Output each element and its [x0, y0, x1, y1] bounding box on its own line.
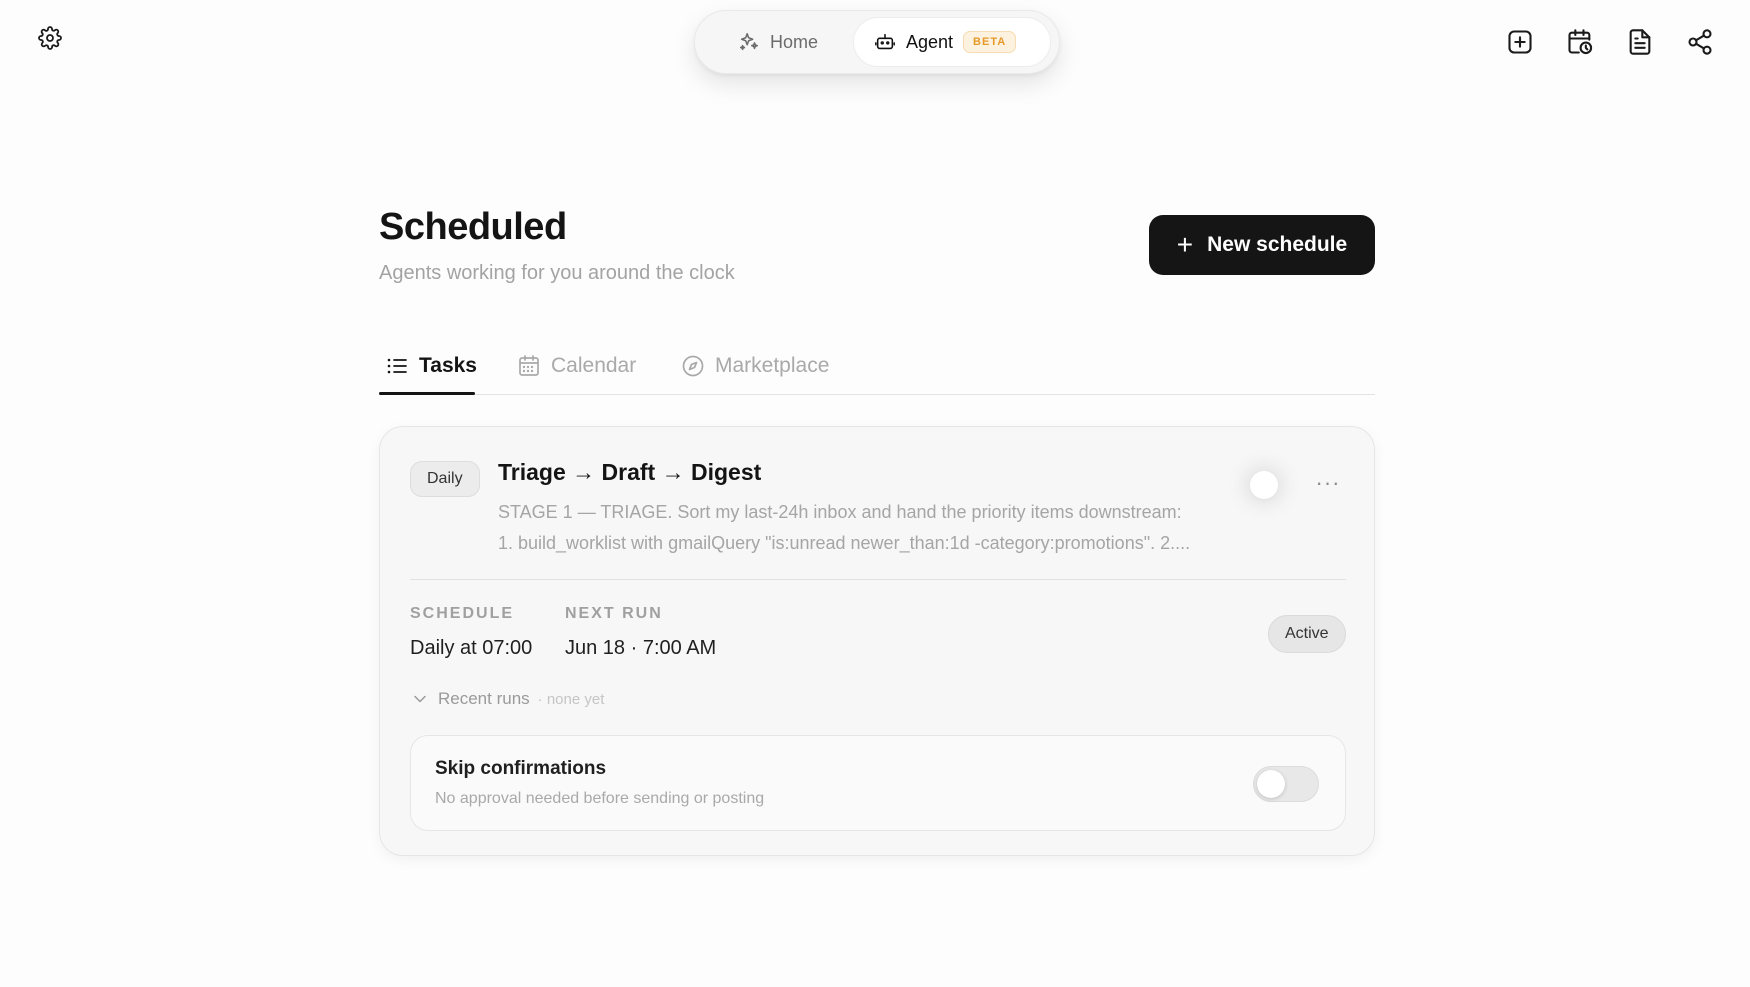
- document-button[interactable]: [1622, 24, 1658, 60]
- card-divider: [410, 579, 1346, 580]
- tab-bar: Tasks Calendar Marketplace: [379, 336, 1375, 395]
- task-enable-toggle[interactable]: [1250, 471, 1278, 499]
- chevron-down-icon: [414, 695, 426, 703]
- page-subtitle: Agents working for you around the clock: [379, 262, 735, 284]
- schedule-value: Daily at 07:00: [410, 637, 533, 659]
- beta-badge: BETA: [963, 31, 1017, 53]
- tab-marketplace-label: Marketplace: [715, 353, 830, 377]
- sparkles-icon: [739, 32, 759, 51]
- switch-knob: [1257, 770, 1285, 798]
- list-icon: [387, 358, 407, 373]
- next-run-value: Jun 18 · 7:00 AM: [565, 637, 717, 659]
- tab-tasks-label: Tasks: [419, 353, 477, 377]
- skip-confirmations-title: Skip confirmations: [435, 758, 607, 779]
- new-chat-button[interactable]: [1502, 24, 1538, 60]
- more-options-button[interactable]: ···: [1310, 467, 1346, 499]
- plus-icon: +: [1176, 229, 1194, 260]
- plus-square-icon: [1508, 30, 1532, 54]
- active-tab-indicator: [379, 392, 475, 395]
- new-schedule-button[interactable]: + New schedule: [1149, 215, 1375, 275]
- new-schedule-label: New schedule: [1207, 233, 1348, 256]
- skip-confirmations-switch[interactable]: [1253, 766, 1319, 802]
- file-text-icon: [1629, 29, 1651, 55]
- calendar-clock-icon: [1568, 29, 1593, 55]
- nav-home-label: Home: [769, 31, 818, 52]
- share-icon: [1688, 29, 1712, 55]
- skip-confirmations-subtitle: No approval needed before sending or pos…: [435, 790, 765, 807]
- settings-button[interactable]: [32, 20, 68, 56]
- frequency-chip: Daily: [410, 461, 480, 497]
- calendar-icon: [519, 354, 539, 376]
- next-run-label: NEXT RUN: [565, 605, 663, 622]
- tab-calendar-label: Calendar: [551, 353, 637, 377]
- tab-marketplace[interactable]: Marketplace: [681, 336, 829, 395]
- task-description: STAGE 1 — TRIAGE. Sort my last-24h inbox…: [498, 502, 1191, 553]
- nav-agent-label: Agent: [906, 31, 954, 52]
- mode-switcher: Home Agent BETA: [694, 10, 1060, 74]
- compass-icon: [682, 355, 704, 376]
- robot-icon: [875, 33, 895, 50]
- tab-calendar[interactable]: Calendar: [517, 336, 636, 395]
- share-button[interactable]: [1682, 24, 1718, 60]
- nav-agent[interactable]: Agent BETA: [853, 17, 1051, 67]
- recent-runs-label: Recent runs: [438, 689, 530, 708]
- scheduled-button[interactable]: [1562, 24, 1598, 60]
- recent-runs-toggle[interactable]: Recent runs · none yet: [410, 689, 604, 709]
- status-badge: Active: [1268, 615, 1346, 653]
- skip-confirmations-row: Skip confirmations No approval needed be…: [410, 735, 1346, 831]
- nav-home[interactable]: Home: [703, 17, 853, 67]
- page-title: Scheduled: [379, 206, 567, 248]
- schedule-label: SCHEDULE: [410, 605, 515, 622]
- task-card[interactable]: Daily Triage → Draft → Digest STAGE 1 — …: [379, 426, 1375, 856]
- tab-tasks[interactable]: Tasks: [385, 336, 477, 395]
- task-title[interactable]: Triage → Draft → Digest: [498, 459, 761, 486]
- recent-runs-sub: · none yet: [537, 690, 605, 708]
- gear-icon: [38, 26, 62, 50]
